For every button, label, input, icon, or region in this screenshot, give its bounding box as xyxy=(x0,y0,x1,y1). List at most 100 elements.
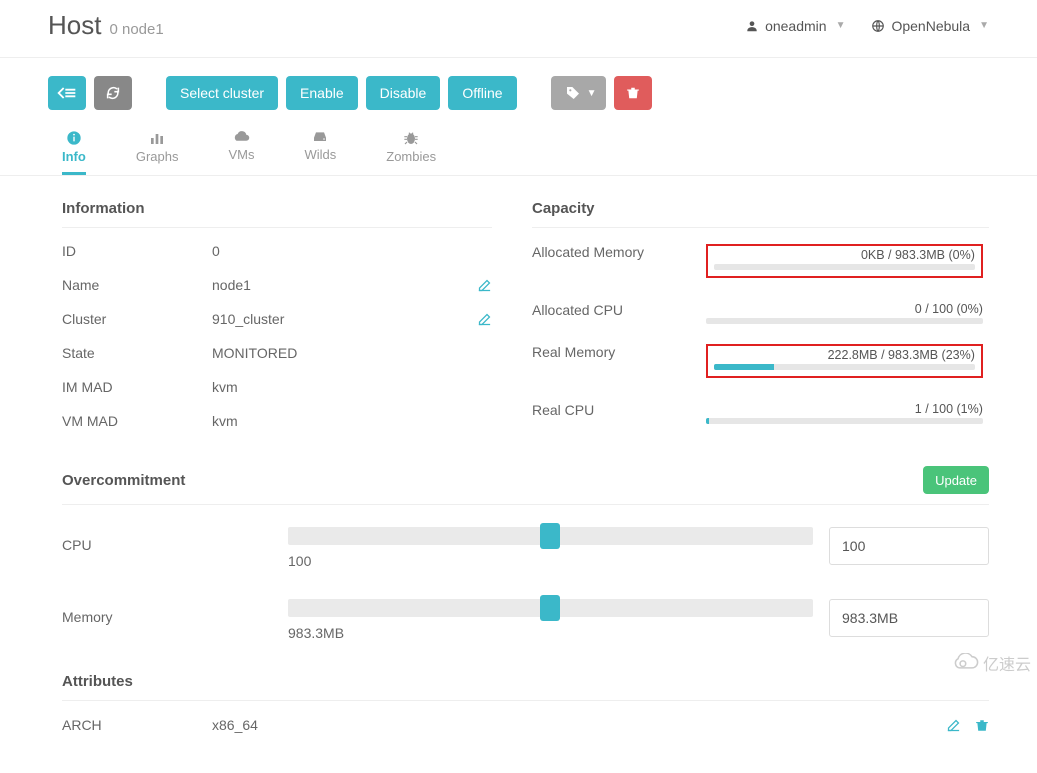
oc-row-cpu: CPU 100 xyxy=(62,505,989,577)
info-key: IM MAD xyxy=(62,379,212,395)
oc-row-memory: Memory 983.3MB xyxy=(62,577,989,649)
cap-row-alloc-mem: Allocated Memory 0KB / 983.3MB (0%) xyxy=(532,234,989,292)
memory-slider[interactable] xyxy=(288,599,813,617)
enable-button[interactable]: Enable xyxy=(286,76,358,110)
cap-label: Real Memory xyxy=(532,344,702,360)
trash-icon[interactable] xyxy=(975,718,989,733)
page-title-wrap: Host 0 node1 xyxy=(48,10,164,41)
content: Information ID 0 Name node1 Cluster 910_… xyxy=(0,176,1037,773)
info-val: kvm xyxy=(212,379,492,395)
info-val: kvm xyxy=(212,413,492,429)
cap-bar-wrap: 1 / 100 (1%) xyxy=(706,402,983,424)
top-right: oneadmin ▼ OpenNebula ▼ xyxy=(745,18,989,34)
cap-bar-wrap: 0 / 100 (0%) xyxy=(706,302,983,324)
info-row-id: ID 0 xyxy=(62,234,492,268)
bug-icon xyxy=(403,130,419,146)
watermark-text: 亿速云 xyxy=(983,651,1031,675)
chart-icon xyxy=(149,130,165,146)
highlight-box: 0KB / 983.3MB (0%) xyxy=(706,244,983,278)
tab-label: Zombies xyxy=(386,149,436,164)
tabs: Info Graphs VMs Wilds Zombies xyxy=(0,120,1037,176)
topbar: Host 0 node1 oneadmin ▼ OpenNebula ▼ xyxy=(0,0,1037,58)
info-val: node1 xyxy=(212,277,477,293)
overcommitment-heading: Overcommitment xyxy=(62,472,185,489)
attributes-heading: Attributes xyxy=(62,673,989,701)
progress-bar xyxy=(714,364,975,370)
information-panel: Information ID 0 Name node1 Cluster 910_… xyxy=(62,200,492,438)
slider-knob[interactable] xyxy=(540,595,560,621)
edit-icon[interactable] xyxy=(477,278,492,293)
select-cluster-button[interactable]: Select cluster xyxy=(166,76,278,110)
capacity-heading: Capacity xyxy=(532,200,989,228)
progress-bar xyxy=(706,418,983,424)
slider-knob[interactable] xyxy=(540,523,560,549)
chevron-down-icon: ▼ xyxy=(979,20,989,31)
cap-text: 222.8MB / 983.3MB (23%) xyxy=(714,348,975,362)
oc-label: Memory xyxy=(62,599,272,625)
info-val: 910_cluster xyxy=(212,311,477,327)
back-list-button[interactable] xyxy=(48,76,86,110)
tab-label: Wilds xyxy=(304,147,336,162)
brand-name: OpenNebula xyxy=(891,18,970,34)
info-val: MONITORED xyxy=(212,345,492,361)
cap-row-real-mem: Real Memory 222.8MB / 983.3MB (23%) xyxy=(532,334,989,392)
cap-label: Real CPU xyxy=(532,402,702,418)
page-subtitle: 0 node1 xyxy=(109,21,163,38)
info-row-vm-mad: VM MAD kvm xyxy=(62,404,492,438)
info-key: State xyxy=(62,345,212,361)
user-name: oneadmin xyxy=(765,18,827,34)
cpu-slider[interactable] xyxy=(288,527,813,545)
edit-icon[interactable] xyxy=(477,312,492,327)
hdd-icon xyxy=(312,130,328,144)
info-row-name: Name node1 xyxy=(62,268,492,302)
cap-row-real-cpu: Real CPU 1 / 100 (1%) xyxy=(532,392,989,434)
cloud-icon xyxy=(232,130,250,144)
info-row-im-mad: IM MAD kvm xyxy=(62,370,492,404)
edit-icon[interactable] xyxy=(946,718,961,733)
overcommitment-panel: Overcommitment Update CPU 100 Memory 983… xyxy=(62,466,989,649)
toolbar: Select cluster Enable Disable Offline ▼ xyxy=(0,58,1037,120)
tab-zombies[interactable]: Zombies xyxy=(386,130,436,175)
brand-menu[interactable]: OpenNebula ▼ xyxy=(871,18,989,34)
tab-vms[interactable]: VMs xyxy=(228,130,254,175)
update-button[interactable]: Update xyxy=(923,466,989,494)
cpu-input[interactable] xyxy=(829,527,989,565)
tab-label: Info xyxy=(62,149,86,164)
info-key: ID xyxy=(62,243,212,259)
progress-bar xyxy=(714,264,975,270)
refresh-button[interactable] xyxy=(94,76,132,110)
attr-val: x86_64 xyxy=(212,717,946,733)
cap-label: Allocated Memory xyxy=(532,244,702,260)
user-icon xyxy=(745,19,759,33)
attr-row: ARCH x86_64 xyxy=(62,707,989,743)
chevron-down-icon: ▼ xyxy=(587,88,597,99)
tag-dropdown-button[interactable]: ▼ xyxy=(551,76,607,110)
offline-button[interactable]: Offline xyxy=(448,76,516,110)
chevron-down-icon: ▼ xyxy=(836,20,846,31)
tab-wilds[interactable]: Wilds xyxy=(304,130,336,175)
info-key: Name xyxy=(62,277,212,293)
page-title: Host xyxy=(48,10,101,41)
cap-label: Allocated CPU xyxy=(532,302,702,318)
info-icon xyxy=(66,130,82,146)
info-val: 0 xyxy=(212,243,492,259)
disable-button[interactable]: Disable xyxy=(366,76,441,110)
tab-info[interactable]: Info xyxy=(62,130,86,175)
cap-row-alloc-cpu: Allocated CPU 0 / 100 (0%) xyxy=(532,292,989,334)
progress-bar xyxy=(706,318,983,324)
attributes-panel: Attributes ARCH x86_64 xyxy=(62,673,989,743)
globe-icon xyxy=(871,19,885,33)
tab-graphs[interactable]: Graphs xyxy=(136,130,179,175)
delete-button[interactable] xyxy=(614,76,652,110)
capacity-panel: Capacity Allocated Memory 0KB / 983.3MB … xyxy=(532,200,989,438)
slider-value: 100 xyxy=(288,553,813,569)
cap-text: 0 / 100 (0%) xyxy=(706,302,983,316)
watermark: 亿速云 xyxy=(951,651,1031,675)
cap-text: 0KB / 983.3MB (0%) xyxy=(714,248,975,262)
memory-input[interactable] xyxy=(829,599,989,637)
user-menu[interactable]: oneadmin ▼ xyxy=(745,18,845,34)
oc-label: CPU xyxy=(62,527,272,553)
tab-label: VMs xyxy=(228,147,254,162)
information-heading: Information xyxy=(62,200,492,228)
info-key: VM MAD xyxy=(62,413,212,429)
